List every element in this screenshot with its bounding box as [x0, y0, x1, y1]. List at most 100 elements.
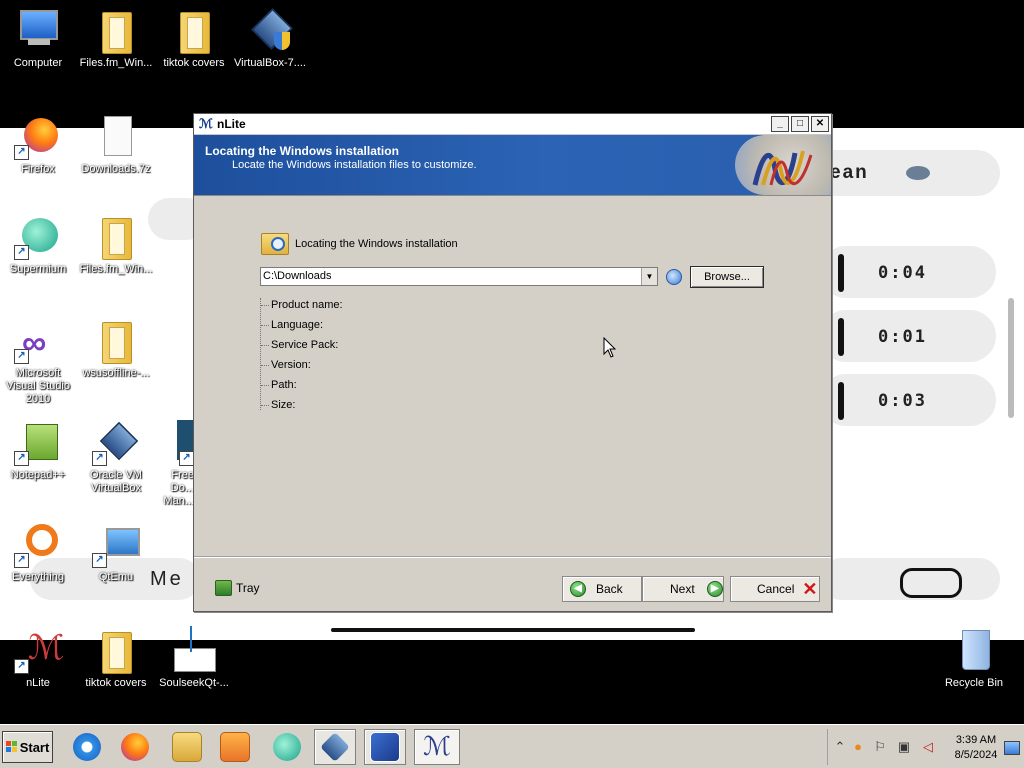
refresh-icon[interactable] — [666, 269, 682, 285]
system-clock[interactable]: 3:39 AM 8/5/2024 — [948, 733, 1004, 763]
volume-muted-icon[interactable]: ◁ — [920, 739, 936, 755]
detail-product-name: Product name: — [271, 299, 343, 311]
folder-search-icon — [261, 229, 289, 255]
folder-icon — [92, 316, 140, 364]
action-center-flag-icon[interactable]: ⚐ — [872, 739, 888, 755]
maximize-button[interactable]: □ — [791, 116, 809, 132]
desktop-icon-label: Microsoft Visual Studio 2010 — [5, 367, 70, 405]
desktop-icon-tiktok-covers-2[interactable]: tiktok covers — [78, 626, 154, 690]
virtualbox-icon — [246, 6, 294, 54]
desktop-icon-label: Oracle VM VirtualBox — [90, 469, 142, 494]
detail-size: Size: — [271, 399, 296, 411]
desktop-icon-label: tiktok covers — [163, 57, 225, 69]
desktop-icon-virtualbox-installer[interactable]: VirtualBox-7.... — [232, 6, 308, 70]
installation-path-value[interactable]: C:\Downloads — [263, 270, 331, 282]
folder-icon — [92, 212, 140, 260]
desktop-icon-files-fm[interactable]: Files.fm_Win... — [78, 6, 154, 70]
supermium-icon — [273, 733, 301, 761]
minimize-button[interactable]: _ — [771, 116, 789, 132]
desktop-icon-notepadpp[interactable]: ↗ Notepad++ — [0, 418, 76, 482]
wallpaper-text: Me — [150, 568, 184, 590]
dropdown-arrow-icon[interactable]: ▼ — [641, 268, 657, 285]
desktop-icon-label: Computer — [13, 57, 63, 69]
app-tray-icon[interactable]: ● — [850, 739, 866, 755]
cancel-button[interactable]: Cancel ✕ — [730, 576, 820, 602]
folder-icon — [172, 732, 202, 762]
start-button[interactable]: Start — [2, 731, 53, 763]
desktop-icon-label: Firefox — [21, 163, 55, 175]
taskbar-firefox[interactable] — [114, 729, 156, 765]
wallpaper-scrollbar — [1008, 298, 1014, 418]
desktop-icon-computer[interactable]: Computer — [0, 6, 76, 70]
recycle-bin-icon — [950, 626, 998, 674]
desktop-icon-qtemu[interactable]: ↗ QtEmu — [78, 520, 154, 584]
media-player-icon — [220, 732, 250, 762]
desktop-icon-wsusoffline[interactable]: wsusoffline-... — [78, 316, 154, 380]
desktop-icon-nlite[interactable]: ℳ ↗ nLite — [0, 626, 76, 690]
wallpaper-cloud-icon — [906, 166, 930, 180]
clock-date: 8/5/2024 — [954, 749, 998, 761]
desktop-icon-tiktok-covers[interactable]: tiktok covers — [156, 6, 232, 70]
desktop-icon-label: Files.fm_Win... — [79, 57, 153, 69]
taskbar-media-player[interactable] — [214, 729, 256, 765]
desktop-icon-supermium[interactable]: ↗ Supermium — [0, 212, 76, 276]
taskbar: Start ℳ ⌃ ● ⚐ ▣ ◁ 3:39 AM 8/5/2024 — [0, 724, 1024, 768]
firefox-icon: ↗ — [14, 112, 62, 160]
detail-language: Language: — [271, 319, 323, 331]
windows-logo-icon — [5, 741, 18, 753]
nlite-logo-icon — [735, 135, 831, 195]
folder-icon — [92, 626, 140, 674]
taskbar-nlite[interactable]: ℳ — [414, 729, 460, 765]
wizard-header: Locating the Windows installation Locate… — [194, 135, 831, 196]
header-subtitle: Locate the Windows installation files to… — [232, 159, 477, 171]
desktop-icon-everything[interactable]: ↗ Everything — [0, 520, 76, 584]
desktop-icon-free-download-manager[interactable]: ↗ Free Do... Man... — [154, 418, 199, 508]
window-title: nLite — [217, 117, 246, 131]
desktop-icon-label: VirtualBox-7.... — [234, 57, 306, 69]
taskbar-explorer[interactable] — [166, 729, 208, 765]
wallpaper-timer: 0:03 — [878, 391, 927, 411]
tray-label: Tray — [236, 581, 260, 595]
taskbar-virtualbox[interactable] — [314, 729, 356, 765]
show-hidden-icons-chevron-icon[interactable]: ⌃ — [832, 739, 848, 755]
file-icon — [92, 112, 140, 160]
desktop-icon-downloads-7z[interactable]: Downloads.7z — [78, 112, 154, 176]
browse-button[interactable]: Browse... — [690, 266, 764, 288]
virtualbox-icon — [320, 732, 350, 762]
start-label: Start — [19, 739, 50, 755]
desktop-icon-label: Downloads.7z — [81, 163, 151, 175]
tray-button[interactable]: Tray — [215, 580, 260, 596]
next-button[interactable]: Next ▶ — [642, 576, 724, 602]
installation-path-combobox[interactable]: C:\Downloads ▼ — [260, 267, 658, 286]
windows-xp-icon — [370, 732, 400, 762]
next-arrow-icon: ▶ — [706, 581, 723, 597]
taskbar-windows-xp-vm[interactable] — [364, 729, 406, 765]
mouse-cursor-icon — [603, 337, 617, 358]
installer-icon — [170, 626, 218, 674]
taskbar-supermium[interactable] — [266, 729, 308, 765]
desktop-icon-firefox[interactable]: ↗ Firefox — [0, 112, 76, 176]
desktop-icon-visual-studio[interactable]: ∞ ↗ Microsoft Visual Studio 2010 — [0, 316, 76, 406]
nlite-icon: ℳ — [199, 116, 213, 131]
title-bar[interactable]: ℳ nLite _ □ ✕ — [194, 114, 831, 135]
firefox-icon — [121, 733, 149, 761]
virtualbox-icon: ↗ — [92, 418, 140, 466]
back-label: Back — [596, 582, 623, 596]
folder-icon — [92, 6, 140, 54]
notepadpp-icon: ↗ — [14, 418, 62, 466]
close-button[interactable]: ✕ — [811, 116, 829, 132]
desktop-icon-soulseek[interactable]: SoulseekQt-... — [156, 626, 232, 690]
back-button[interactable]: ◀ Back — [562, 576, 642, 602]
network-icon[interactable]: ▣ — [896, 739, 912, 755]
back-arrow-icon: ◀ — [570, 581, 586, 597]
everything-icon: ↗ — [14, 520, 62, 568]
desktop-icon-oracle-virtualbox[interactable]: ↗ Oracle VM VirtualBox — [78, 418, 154, 495]
desktop-icon-label: tiktok covers — [85, 677, 147, 689]
show-desktop-icon[interactable] — [1004, 741, 1020, 755]
tray-icon — [215, 580, 232, 596]
desktop-icon-recycle-bin[interactable]: Recycle Bin — [936, 626, 1012, 690]
taskbar-internet-explorer[interactable] — [66, 729, 108, 765]
desktop-icon-files-fm-2[interactable]: Files.fm_Win... — [78, 212, 154, 276]
desktop-icon-label: Notepad++ — [10, 469, 66, 481]
nlite-icon: ℳ — [423, 732, 451, 762]
